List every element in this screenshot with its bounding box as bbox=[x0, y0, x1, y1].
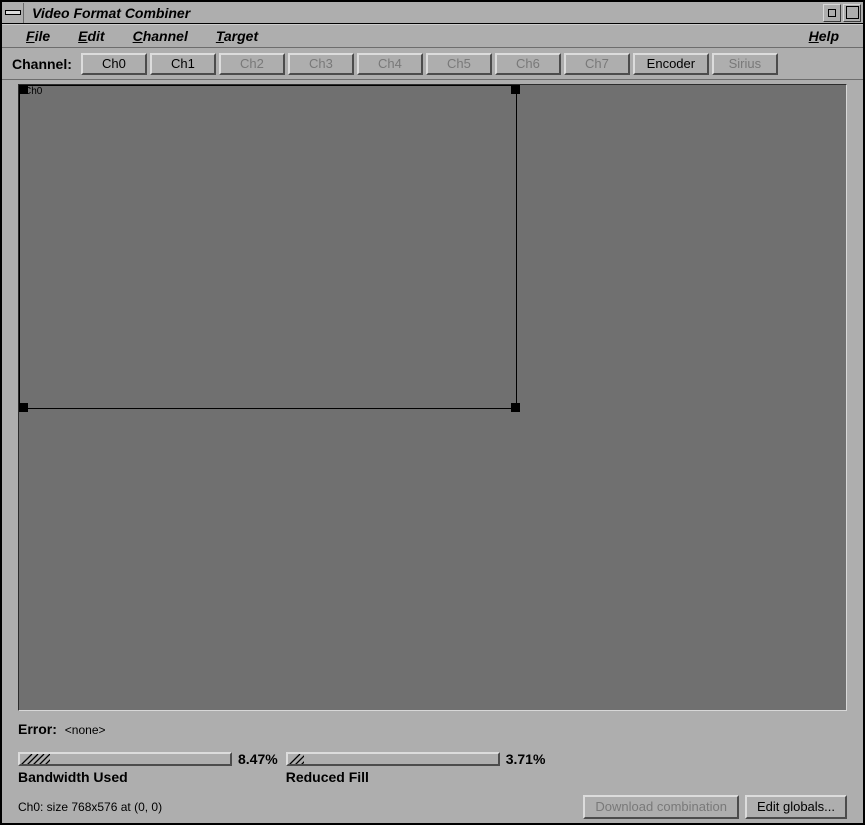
ch4-button[interactable]: Ch4 bbox=[357, 53, 423, 75]
ch2-button[interactable]: Ch2 bbox=[219, 53, 285, 75]
ch6-button[interactable]: Ch6 bbox=[495, 53, 561, 75]
bottom-buttons: Download combination Edit globals... bbox=[583, 795, 847, 819]
fill-caption: Reduced Fill bbox=[286, 769, 546, 785]
window-title: Video Format Combiner bbox=[24, 5, 823, 21]
system-menu-icon[interactable] bbox=[2, 3, 24, 23]
edit-globals-button[interactable]: Edit globals... bbox=[745, 795, 847, 819]
ch5-button[interactable]: Ch5 bbox=[426, 53, 492, 75]
error-row: Error: <none> bbox=[18, 721, 847, 737]
layout-canvas[interactable]: Ch0 bbox=[18, 84, 847, 711]
bandwidth-meter bbox=[18, 752, 232, 766]
minimize-button[interactable] bbox=[823, 4, 841, 22]
sirius-button[interactable]: Sirius bbox=[712, 53, 778, 75]
status-text: Ch0: size 768x576 at (0, 0) bbox=[18, 800, 583, 814]
resize-handle-tl[interactable] bbox=[19, 85, 28, 94]
menu-file[interactable]: File bbox=[12, 26, 64, 46]
fill-meter-group: 3.71% Reduced Fill bbox=[286, 751, 546, 785]
fill-meter bbox=[286, 752, 500, 766]
bandwidth-percent: 8.47% bbox=[238, 751, 278, 767]
info-panel: Error: <none> 8.47% bbox=[2, 713, 863, 823]
bandwidth-meter-group: 8.47% Bandwidth Used bbox=[18, 751, 278, 785]
ch0-button[interactable]: Ch0 bbox=[81, 53, 147, 75]
ch1-button[interactable]: Ch1 bbox=[150, 53, 216, 75]
canvas-container: Ch0 bbox=[2, 80, 863, 713]
maximize-button[interactable] bbox=[843, 4, 861, 22]
menu-edit[interactable]: Edit bbox=[64, 26, 118, 46]
ch7-button[interactable]: Ch7 bbox=[564, 53, 630, 75]
resize-handle-br[interactable] bbox=[511, 403, 520, 412]
titlebar: Video Format Combiner bbox=[2, 2, 863, 24]
error-value: <none> bbox=[65, 723, 106, 737]
resize-handle-bl[interactable] bbox=[19, 403, 28, 412]
channel-rect-ch0[interactable]: Ch0 bbox=[19, 85, 517, 409]
menu-channel[interactable]: Channel bbox=[119, 26, 202, 46]
app-window: Video Format Combiner File Edit Channel … bbox=[0, 0, 865, 825]
channel-label: Channel: bbox=[12, 56, 72, 72]
titlebar-controls bbox=[823, 4, 863, 22]
meters-row: 8.47% Bandwidth Used 3.71% bbox=[18, 751, 847, 785]
resize-handle-tr[interactable] bbox=[511, 85, 520, 94]
download-combination-button[interactable]: Download combination bbox=[583, 795, 739, 819]
menubar: File Edit Channel Target Help bbox=[2, 24, 863, 48]
error-label: Error: bbox=[18, 721, 57, 737]
menu-target[interactable]: Target bbox=[202, 26, 272, 46]
bandwidth-caption: Bandwidth Used bbox=[18, 769, 278, 785]
channel-toolbar: Channel: Ch0 Ch1 Ch2 Ch3 Ch4 Ch5 Ch6 Ch7… bbox=[2, 48, 863, 80]
status-bar: Ch0: size 768x576 at (0, 0) Download com… bbox=[18, 795, 847, 819]
encoder-button[interactable]: Encoder bbox=[633, 53, 709, 75]
menu-help[interactable]: Help bbox=[795, 26, 853, 46]
fill-percent: 3.71% bbox=[506, 751, 546, 767]
ch3-button[interactable]: Ch3 bbox=[288, 53, 354, 75]
